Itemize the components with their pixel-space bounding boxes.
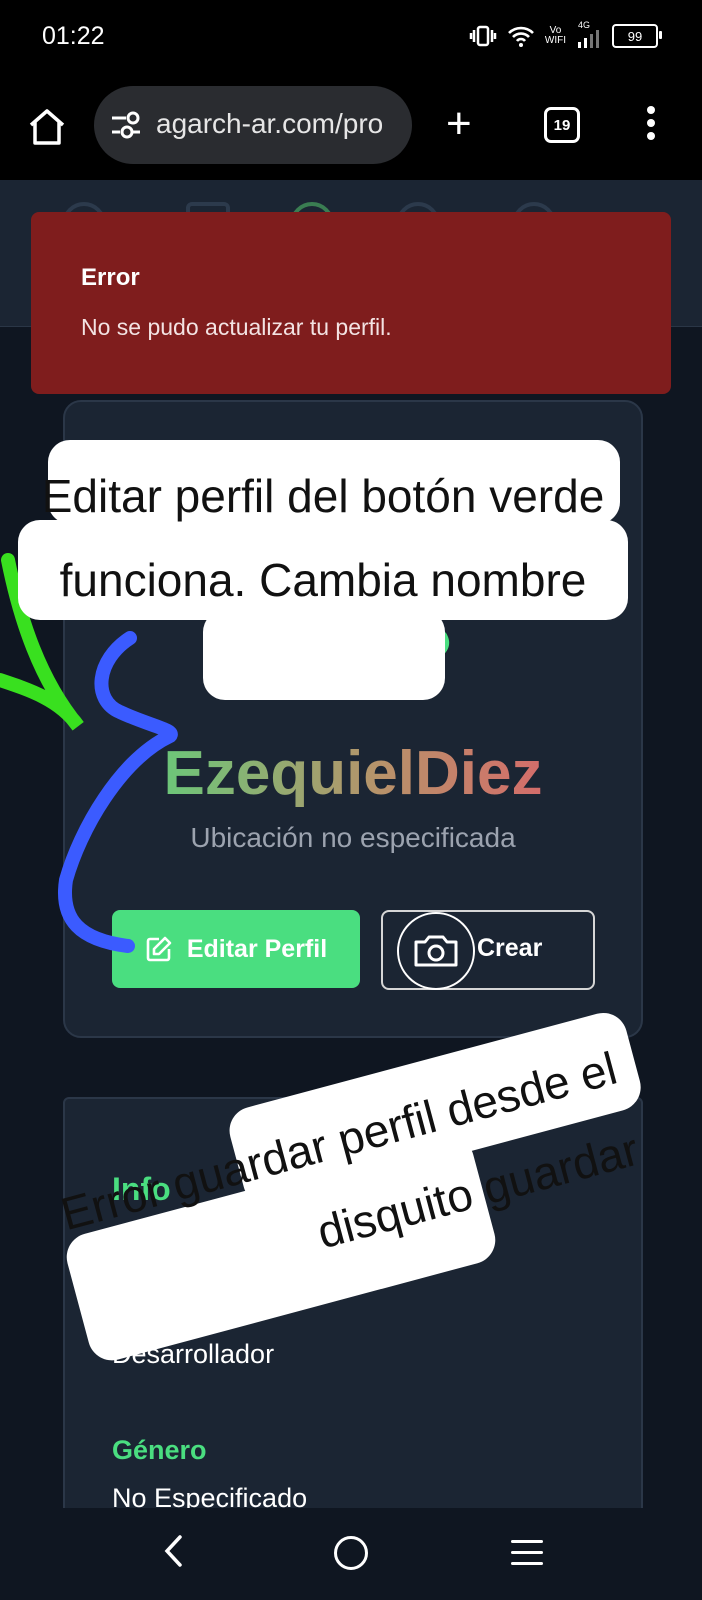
address-bar[interactable]: agarch-ar.com/pro <box>94 86 412 164</box>
profile-username: EzequielDiez <box>65 738 641 809</box>
wifi-icon <box>507 26 534 47</box>
gender-label: Género <box>112 1435 207 1465</box>
system-nav-bar <box>0 1508 702 1600</box>
error-toast: Error No se pudo actualizar tu perfil. <box>31 212 671 394</box>
toast-message: No se pudo actualizar tu perfil. <box>81 314 392 340</box>
browser-toolbar: agarch-ar.com/pro + 19 <box>0 76 702 180</box>
new-tab-icon[interactable]: + <box>446 102 472 146</box>
note-bubble-1: Editar perfil del botón verde funciona. … <box>18 440 628 700</box>
edit-profile-button[interactable]: Editar Perfil <box>112 910 360 988</box>
vowifi-icon: Vo WIFI <box>544 25 566 46</box>
home-nav-icon[interactable] <box>334 1536 368 1570</box>
home-icon[interactable] <box>26 106 68 148</box>
profile-location: Ubicación no especificada <box>190 822 516 853</box>
camera-icon <box>397 912 475 990</box>
create-label: Crear <box>477 934 543 962</box>
edit-icon <box>146 936 172 962</box>
battery-icon: 99 <box>612 24 662 48</box>
edit-profile-label: Editar Perfil <box>186 934 328 963</box>
note-text-1: Editar perfil del botón verde funciona. … <box>41 470 605 606</box>
back-icon[interactable] <box>162 1534 186 1568</box>
more-options-icon[interactable] <box>646 106 656 146</box>
signal-icon: 4G <box>576 20 602 50</box>
create-button[interactable]: Crear <box>381 910 595 990</box>
clock: 01:22 <box>42 22 105 50</box>
status-icons: Vo WIFI 4G 99 <box>469 20 662 52</box>
status-bar: 01:22 Vo WIFI 4G 99 <box>0 0 702 76</box>
tab-switcher-button[interactable]: 19 <box>544 107 580 143</box>
toast-title: Error <box>81 264 140 291</box>
url-text[interactable]: agarch-ar.com/pro <box>156 108 406 140</box>
site-settings-icon[interactable] <box>110 111 142 139</box>
recents-icon[interactable] <box>511 1540 543 1573</box>
vibrate-icon <box>469 25 497 47</box>
